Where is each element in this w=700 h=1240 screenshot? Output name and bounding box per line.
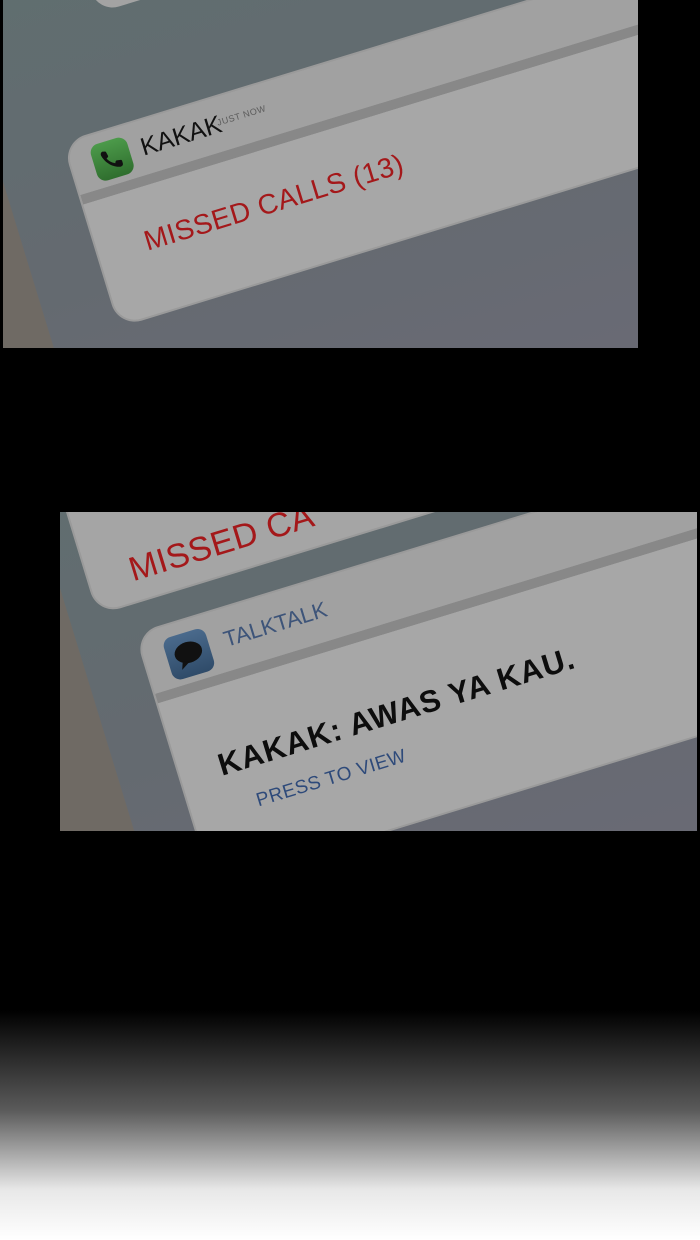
- missed-calls-partial-text: MISSED CA: [124, 512, 319, 589]
- notification-time: JUST NOW: [215, 103, 268, 128]
- phone-screen: KAKAK JUST NOW MISSED CALLS (13): [3, 0, 638, 348]
- notification-app-name: TALKTALK: [220, 596, 331, 652]
- comic-panel-message: MISSED CA TALKTALK KAKAK: AWAS YA KAU. P…: [60, 512, 697, 831]
- comic-panel-missed-calls: KAKAK JUST NOW MISSED CALLS (13): [3, 0, 638, 348]
- notification-app-name: KAKAK: [137, 110, 226, 162]
- phone-screen: MISSED CA TALKTALK KAKAK: AWAS YA KAU. P…: [60, 512, 697, 831]
- phone-icon: [88, 135, 136, 183]
- missed-calls-notification[interactable]: KAKAK JUST NOW MISSED CALLS (13): [64, 0, 638, 326]
- chat-bubble-icon: [161, 626, 217, 682]
